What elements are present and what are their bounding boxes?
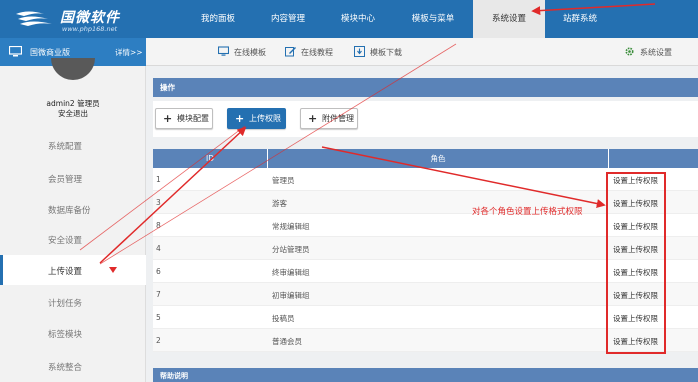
avatar xyxy=(51,58,95,80)
details-link[interactable]: 详情>> xyxy=(115,47,143,58)
edit-icon xyxy=(285,47,296,57)
column-header-action xyxy=(609,149,698,168)
plus-icon: + xyxy=(163,112,173,125)
sidebar-item-system-integration[interactable]: 系统整合 xyxy=(0,351,146,381)
logo-url: www.php168.net xyxy=(62,25,118,33)
highlight-box xyxy=(606,172,666,354)
sidebar-item-security[interactable]: 安全设置 xyxy=(0,224,146,254)
nav-my-panel[interactable]: 我的面板 xyxy=(188,0,248,38)
sidebar-item-label: 系统配置 xyxy=(48,142,83,152)
sidebar-item-label: 数据库备份 xyxy=(48,206,91,216)
logo-wave-icon xyxy=(16,11,52,26)
row-role: 投稿员 xyxy=(272,314,295,323)
user-info: admin2 管理员 安全退出 xyxy=(0,99,146,119)
row-role: 游客 xyxy=(272,199,287,208)
row-id: 1 xyxy=(156,175,161,184)
sidebar: admin2 管理员 安全退出 系统配置 会员管理 数据库备份 安全设置 上传设… xyxy=(0,58,146,382)
row-id: 2 xyxy=(156,336,161,345)
row-role: 管理员 xyxy=(272,176,295,185)
gear-icon xyxy=(625,47,634,56)
user-name: admin2 管理员 xyxy=(46,99,100,108)
row-role: 分站管理员 xyxy=(272,245,310,254)
row-role: 初审编辑组 xyxy=(272,291,310,300)
system-settings-link[interactable]: 系统设置 xyxy=(640,47,672,58)
nav-system-settings[interactable]: 系统设置 xyxy=(473,0,545,38)
nav-module-center[interactable]: 模块中心 xyxy=(328,0,388,38)
sidebar-item-label: 标签模块 xyxy=(48,330,83,340)
module-config-button[interactable]: + 模块配置 xyxy=(155,108,213,129)
nav-templates-menus[interactable]: 模板与菜单 xyxy=(398,0,468,38)
row-id: 5 xyxy=(156,313,161,322)
logo[interactable]: 国微软件 www.php168.net xyxy=(8,4,158,34)
plus-icon: + xyxy=(308,112,318,125)
column-header-id: ID xyxy=(153,149,268,168)
online-templates-link[interactable]: 在线模板 xyxy=(234,47,266,58)
sidebar-item-label: 安全设置 xyxy=(48,236,83,246)
sidebar-item-tag-modules[interactable]: 标签模块 xyxy=(0,318,146,348)
logout-link[interactable]: 安全退出 xyxy=(0,109,146,119)
active-marker-icon xyxy=(109,267,117,273)
sub-toolbar: 国微商业版 详情>> 在线模板 在线教程 模板下载 系统设置 xyxy=(0,38,698,66)
online-tutorials-link[interactable]: 在线教程 xyxy=(301,47,333,58)
sidebar-item-members[interactable]: 会员管理 xyxy=(0,163,146,193)
template-download-link[interactable]: 模板下载 xyxy=(370,47,402,58)
monitor-icon xyxy=(218,46,229,56)
row-id: 6 xyxy=(156,267,161,276)
edition-label: 国微商业版 xyxy=(30,48,70,57)
annotation-text: 对各个角色设置上传格式权限 xyxy=(472,207,583,217)
sidebar-item-label: 系统整合 xyxy=(48,363,83,373)
sidebar-item-scheduled-tasks[interactable]: 计划任务 xyxy=(0,287,146,317)
plus-icon: + xyxy=(235,112,245,125)
row-role: 常规编辑组 xyxy=(272,222,310,231)
download-icon xyxy=(354,46,365,57)
panel-title: 操作 xyxy=(153,78,698,97)
table-header: ID 角色 xyxy=(153,149,698,168)
attachment-management-button[interactable]: + 附件管理 xyxy=(300,108,358,129)
row-id: 7 xyxy=(156,290,161,299)
button-label: 模块配置 xyxy=(177,114,209,123)
row-id: 3 xyxy=(156,198,161,207)
button-label: 上传权限 xyxy=(249,114,281,123)
monitor-icon xyxy=(9,46,22,57)
sidebar-item-upload-settings[interactable]: 上传设置 xyxy=(0,255,146,285)
logo-name: 国微软件 xyxy=(60,10,120,26)
row-role: 普通会员 xyxy=(272,337,302,346)
operation-toolbar: + 模块配置 + 上传权限 + 附件管理 xyxy=(153,101,698,137)
sidebar-item-system-config[interactable]: 系统配置 xyxy=(0,130,146,160)
row-id: 8 xyxy=(156,221,161,230)
button-label: 附件管理 xyxy=(322,114,354,123)
sidebar-item-label: 计划任务 xyxy=(48,299,83,309)
column-header-role: 角色 xyxy=(268,149,609,168)
help-section-title: 帮助说明 xyxy=(153,368,698,382)
sidebar-item-label: 上传设置 xyxy=(48,267,83,277)
nav-site-group[interactable]: 站群系统 xyxy=(550,0,610,38)
sidebar-item-label: 会员管理 xyxy=(48,175,83,185)
nav-content-management[interactable]: 内容管理 xyxy=(258,0,318,38)
row-role: 终审编辑组 xyxy=(272,268,310,277)
top-navigation-bar: 国微软件 www.php168.net 我的面板 内容管理 模块中心 模板与菜单… xyxy=(0,0,698,38)
row-id: 4 xyxy=(156,244,161,253)
upload-permission-button[interactable]: + 上传权限 xyxy=(227,108,286,129)
sidebar-item-db-backup[interactable]: 数据库备份 xyxy=(0,194,146,224)
